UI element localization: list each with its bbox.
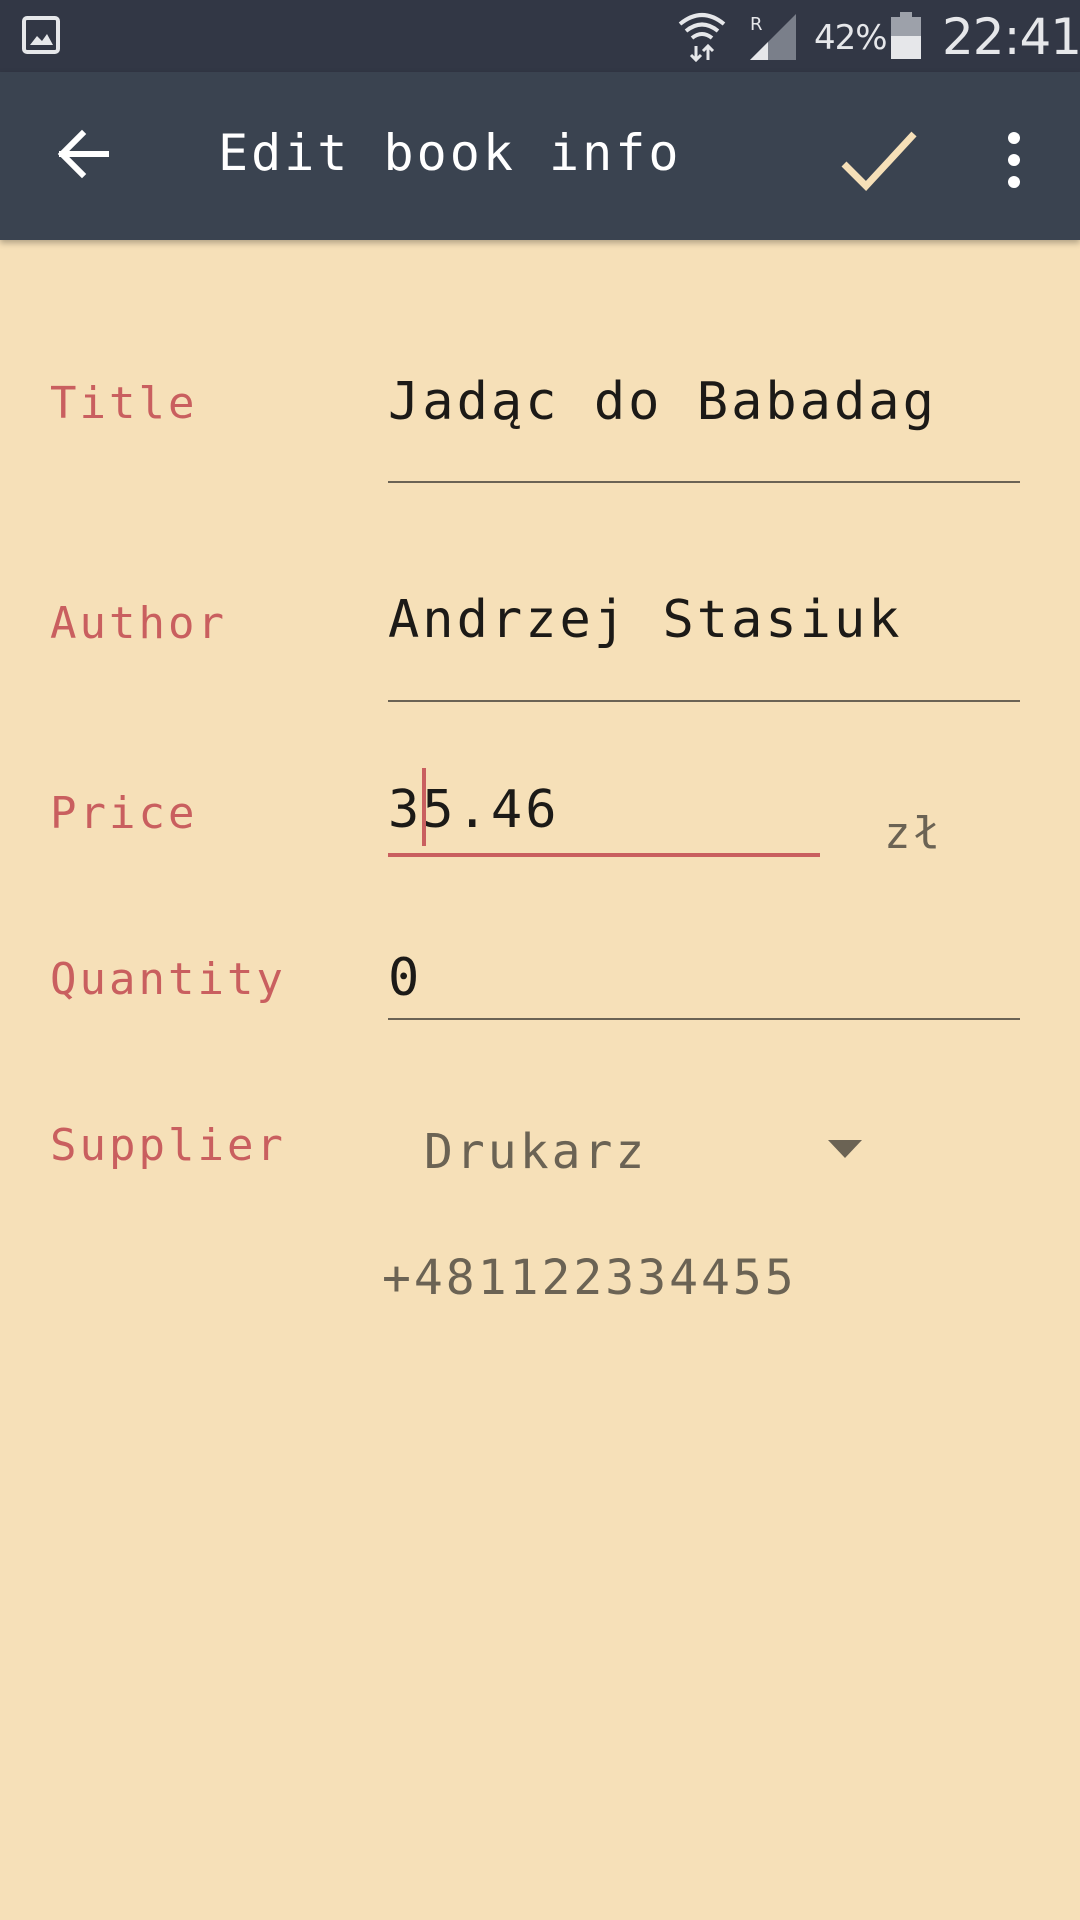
price-field-underline	[388, 853, 820, 857]
status-bar: R 42% 22:41	[0, 0, 1080, 72]
supplier-label: Supplier	[50, 1120, 286, 1171]
supplier-phone: +481122334455	[382, 1250, 797, 1306]
title-field[interactable]: Jadąc do Babadag	[388, 372, 937, 432]
page-title: Edit book info	[218, 124, 682, 182]
author-label: Author	[50, 598, 227, 649]
gallery-icon	[22, 16, 60, 54]
svg-text:R: R	[750, 14, 763, 35]
app-bar: Edit book info	[0, 72, 1080, 240]
signal-icon: R	[750, 14, 796, 60]
battery-icon	[891, 12, 921, 59]
author-field[interactable]: Andrzej Stasiuk	[388, 590, 903, 650]
quantity-field-underline	[388, 1018, 1020, 1020]
price-field[interactable]: 35.46	[388, 780, 560, 840]
text-cursor	[422, 768, 426, 846]
title-label: Title	[50, 378, 198, 429]
currency-label: zł	[884, 808, 943, 859]
quantity-label: Quantity	[50, 954, 286, 1005]
battery-percent: 42%	[814, 18, 888, 58]
clock: 22:41	[942, 8, 1080, 66]
check-icon[interactable]	[838, 122, 918, 202]
supplier-spinner[interactable]: Drukarz	[424, 1124, 647, 1180]
quantity-field[interactable]: 0	[388, 948, 422, 1008]
wifi-icon	[678, 13, 726, 62]
more-vert-icon[interactable]	[996, 130, 1032, 190]
dropdown-arrow-icon[interactable]	[828, 1140, 862, 1160]
price-label: Price	[50, 788, 198, 839]
title-field-underline	[388, 481, 1020, 483]
back-arrow-icon[interactable]	[54, 124, 114, 184]
author-field-underline	[388, 700, 1020, 702]
